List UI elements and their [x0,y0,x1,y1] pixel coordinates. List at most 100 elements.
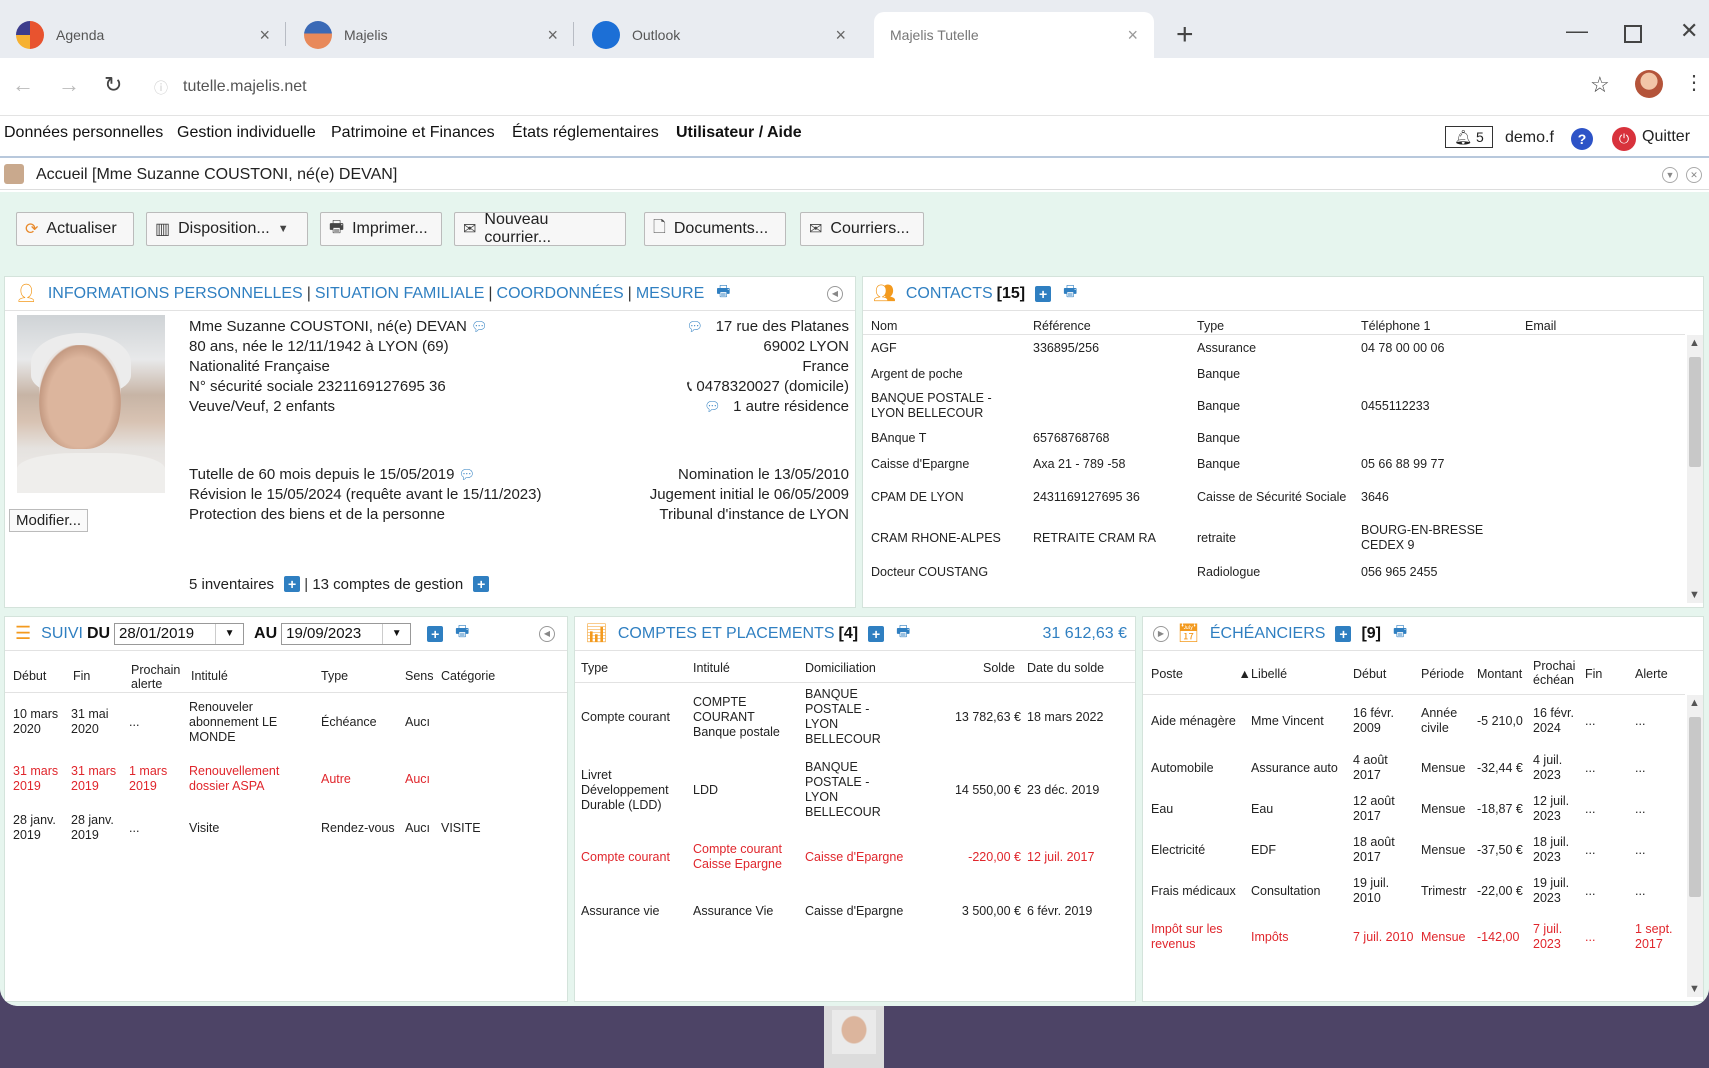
quit-link[interactable]: Quitter [1642,128,1690,146]
menu-utilisateur-aide[interactable]: Utilisateur / Aide [676,124,802,142]
table-row[interactable]: BANQUE POSTALE - LYON BELLECOUR Banque 045… [863,387,1685,425]
power-icon[interactable]: ⏻ [1612,127,1636,151]
tab-situation-familiale[interactable]: SITUATION FAMILIALE [315,285,485,303]
table-row[interactable]: Eau Eau 12 août 2017 Mensue -18,87 € 12 juil.… [1143,789,1685,829]
close-panel-icon[interactable]: ✕ [1686,167,1702,183]
new-mail-button[interactable]: ✉ Nouveau courrier... [454,211,626,246]
tab-informations-personnelles[interactable]: INFORMATIONS PERSONNELLES [48,285,303,303]
documents-button[interactable]: 🗋︎ Documents... [644,212,786,246]
new-tab-icon[interactable]: + [1176,18,1194,52]
table-row[interactable]: Argent de poche Banque [863,361,1685,387]
table-row[interactable]: Docteur COUSTANG Radiologue 056 965 2455 [863,559,1685,585]
table-row[interactable]: Aide ménagère Mme Vincent 16 févr. 2009 Ann… [1143,695,1685,747]
table-row[interactable]: Impôt sur les revenus Impôts 7 juil. 2010 M… [1143,911,1685,963]
tab-agenda[interactable]: Agenda × [0,12,286,58]
forward-icon[interactable]: → [58,72,80,98]
add-icon[interactable]: + [473,576,490,592]
comment-icon[interactable]: 💬︎ [471,319,488,334]
table-row[interactable]: Electricité EDF 18 août 2017 Mensue -37,50 €… [1143,829,1685,871]
window-close-icon[interactable]: ✕ [1680,18,1698,44]
profile-avatar[interactable] [1635,70,1663,98]
column-header[interactable]: Date du solde [1027,661,1104,675]
column-header[interactable]: Alerte [1635,667,1668,681]
scroll-down-icon[interactable]: ▼ [1689,983,1700,995]
column-header[interactable]: Nom [871,319,897,333]
add-event-icon[interactable]: + [427,625,444,642]
username[interactable]: demo.f [1505,129,1554,147]
printer-icon[interactable]: 🖶︎ [896,621,910,646]
column-header[interactable]: Intitulé [191,669,228,683]
table-row[interactable]: 28 janv. 2019 28 janv. 2019... Visite Rende… [5,807,567,849]
column-header[interactable]: Poste ▲ [1151,667,1251,681]
column-header[interactable]: Prochai échéan [1533,659,1581,687]
scroll-down-icon[interactable]: ▼ [1689,589,1700,601]
column-header[interactable]: Période [1421,667,1464,681]
printer-icon[interactable]: 🖶︎ [1393,621,1407,646]
column-header[interactable]: Libellé [1251,667,1287,681]
column-header[interactable]: Intitulé [693,661,730,675]
table-row[interactable]: Assurance vie Assurance Vie Caisse d'Eparg… [575,885,1135,937]
mails-button[interactable]: ✉ Courriers... [800,212,924,246]
column-header[interactable]: Sens [405,669,434,683]
column-header[interactable]: Montant [1477,667,1522,681]
collapse-right-icon[interactable]: ▶ [1153,625,1169,642]
inventories-link[interactable]: 5 inventaires + | 13 comptes de gestion + [189,575,490,594]
column-header[interactable]: Email [1525,319,1556,333]
help-icon[interactable]: ? [1571,128,1593,150]
table-row[interactable]: CPAM DE LYON 2431169127695 36 Caisse de Sé… [863,477,1685,517]
scroll-up-icon[interactable]: ▲ [1689,337,1700,349]
refresh-button[interactable]: ⟳ Actualiser [16,212,134,246]
table-row[interactable]: Livret Développement Durable (LDD) LDD BAN… [575,751,1135,829]
add-schedule-icon[interactable]: + [1335,625,1352,642]
menu-donnees-personnelles[interactable]: Données personnelles [4,124,163,142]
add-icon[interactable]: + [284,576,301,592]
other-residence[interactable]: 💬︎ 1 autre résidence [704,397,849,416]
menu-gestion-individuelle[interactable]: Gestion individuelle [177,124,316,142]
column-header[interactable]: Fin [1585,667,1602,681]
taskbar-thumbnail[interactable] [824,1006,884,1068]
notifications-button[interactable]: 🔔︎ 5 [1445,126,1493,148]
close-icon[interactable]: × [835,25,846,46]
url-field[interactable]: tutelle.majelis.net [183,78,307,96]
back-icon[interactable]: ← [12,72,34,98]
tab-mesure[interactable]: MESURE [636,285,704,303]
close-icon[interactable]: × [259,25,270,46]
column-header[interactable]: Type [1197,319,1224,333]
table-row[interactable]: 10 mars 2020 31 mai 2020... Renouveler abo… [5,693,567,751]
table-row[interactable]: Compte courant COMPTE COURANT Banque post… [575,683,1135,751]
scrollbar[interactable]: ▲ ▼ [1687,695,1703,997]
menu-patrimoine-finances[interactable]: Patrimoine et Finances [331,124,495,142]
collapse-left-icon[interactable]: ◀ [827,285,843,302]
table-row[interactable]: Caisse d'Epargne Axa 21 - 789 -58 Banque 05… [863,451,1685,477]
column-header[interactable]: Solde [983,661,1015,675]
comment-icon[interactable]: 💬︎ [459,467,476,482]
modify-button[interactable]: Modifier... [9,509,89,532]
column-header[interactable]: Prochain alerte [131,663,185,691]
printer-icon[interactable]: 🖶︎ [716,281,730,306]
column-header[interactable]: Téléphone 1 [1361,319,1431,333]
print-button[interactable]: 🖶︎ Imprimer... [320,212,442,246]
column-header[interactable]: Catégorie [441,669,495,683]
reload-icon[interactable]: ↻ [104,72,122,98]
to-date-select[interactable]: 19/09/2023 ▼ [281,622,412,645]
column-header[interactable]: Type [581,661,608,675]
scrollbar[interactable]: ▲ ▼ [1687,335,1703,603]
scroll-up-icon[interactable]: ▲ [1689,697,1700,709]
minimize-icon[interactable]: — [1566,18,1588,44]
scroll-thumb[interactable] [1689,717,1701,897]
from-date-select[interactable]: 28/01/2019 ▼ [114,622,245,645]
add-account-icon[interactable]: + [868,625,885,642]
column-header[interactable]: Début [13,669,46,683]
tab-majelis[interactable]: Majelis × [288,12,574,58]
printer-icon[interactable]: 🖶︎ [455,621,469,646]
collapse-left-icon[interactable]: ◀ [539,625,555,642]
printer-icon[interactable]: 🖶︎ [1063,281,1077,306]
table-row[interactable]: Frais médicaux Consultation 19 juil. 2010 T… [1143,871,1685,911]
close-icon[interactable]: × [1127,25,1138,46]
column-header[interactable]: Référence [1033,319,1091,333]
column-header[interactable]: Fin [73,669,90,683]
comment-icon[interactable]: 💬︎ [687,319,704,334]
menu-etats-reglementaires[interactable]: États réglementaires [512,124,659,142]
collapse-icon[interactable]: ▼ [1662,167,1678,183]
column-header[interactable]: Début [1353,667,1386,681]
